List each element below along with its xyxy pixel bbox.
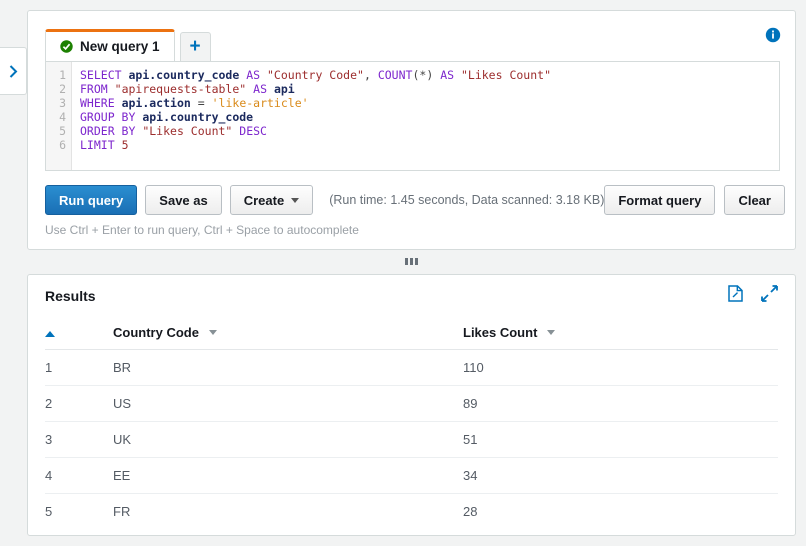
- column-header-index[interactable]: [45, 317, 113, 350]
- results-header: Results: [28, 275, 795, 317]
- chevron-down-icon: [208, 330, 217, 335]
- sidebar-expand-button[interactable]: [0, 47, 27, 95]
- row-index: 1: [45, 349, 113, 386]
- query-tab-label: New query 1: [80, 39, 160, 54]
- panel-splitter[interactable]: [27, 250, 796, 272]
- line-number: 3: [59, 96, 66, 110]
- plus-icon: +: [189, 35, 201, 57]
- drag-handle-icon: [405, 257, 418, 265]
- query-panel: New query 1 + 1 2 3 4 5 6 SELECT api.cou…: [27, 10, 796, 250]
- format-query-button[interactable]: Format query: [604, 185, 716, 215]
- table-header-row: Country Code Likes Count: [45, 317, 778, 350]
- cell-likes-count: 51: [463, 421, 778, 458]
- line-number: 2: [59, 82, 66, 96]
- row-index: 4: [45, 457, 113, 494]
- line-number: 1: [59, 68, 66, 82]
- cell-likes-count: 28: [463, 504, 478, 519]
- cell-country-code: UK: [113, 421, 463, 458]
- column-label: Likes Count: [463, 325, 538, 340]
- create-button[interactable]: Create: [229, 185, 314, 215]
- cell-country-code: EE: [113, 457, 463, 494]
- line-number: 6: [59, 138, 66, 152]
- run-statistics: (Run time: 1.45 seconds, Data scanned: 3…: [329, 193, 605, 207]
- chevron-down-icon: [547, 330, 556, 335]
- table-row[interactable]: 1 BR 110: [45, 349, 778, 386]
- format-query-label: Format query: [618, 192, 702, 208]
- results-panel: Results Country Code Likes Count 1 BR 11…: [27, 274, 796, 536]
- table-row[interactable]: 3 UK 51: [45, 421, 778, 458]
- check-circle-icon: [60, 40, 73, 53]
- run-query-label: Run query: [59, 192, 124, 208]
- column-header-likes-count[interactable]: Likes Count: [463, 317, 778, 350]
- query-action-bar: Run query Save as Create (Run time: 1.45…: [45, 183, 785, 217]
- table-row[interactable]: 5 FR 28: [45, 494, 778, 530]
- row-index: 3: [45, 421, 113, 458]
- cell-likes-count: 34: [463, 457, 778, 494]
- clear-label: Clear: [738, 192, 771, 208]
- query-tab-new-query-1[interactable]: New query 1: [45, 29, 175, 62]
- save-as-button[interactable]: Save as: [145, 185, 222, 215]
- add-query-tab-button[interactable]: +: [179, 32, 211, 62]
- query-secondary-actions: Format query Clear: [604, 185, 785, 215]
- cell-likes-count: 89: [463, 385, 778, 422]
- create-label: Create: [243, 192, 285, 208]
- athena-query-editor: New query 1 + 1 2 3 4 5 6 SELECT api.cou…: [0, 0, 806, 546]
- table-row[interactable]: 4 EE 34: [45, 457, 778, 494]
- row-index: 2: [45, 385, 113, 422]
- sort-ascending-icon: [45, 331, 55, 337]
- download-file-icon[interactable]: [728, 285, 743, 307]
- cell-likes-count: 110: [463, 349, 778, 386]
- results-table: Country Code Likes Count 1 BR 110 2 US 89 3 UK 5…: [45, 317, 778, 529]
- run-query-button[interactable]: Run query: [45, 185, 138, 215]
- info-circle-icon[interactable]: [765, 27, 781, 43]
- editor-line-numbers: 1 2 3 4 5 6: [46, 62, 72, 170]
- clear-button[interactable]: Clear: [724, 185, 785, 215]
- chevron-down-icon: [291, 197, 300, 203]
- keyboard-hint: Use Ctrl + Enter to run query, Ctrl + Sp…: [45, 223, 359, 237]
- row-index: 5: [45, 504, 53, 519]
- column-label: Country Code: [113, 325, 199, 340]
- results-title: Results: [45, 288, 96, 304]
- query-tab-strip: New query 1 +: [45, 29, 211, 62]
- line-number: 4: [59, 110, 66, 124]
- sql-editor[interactable]: 1 2 3 4 5 6 SELECT api.country_code AS "…: [45, 61, 780, 171]
- chevron-right-icon: [9, 64, 18, 78]
- cell-country-code: FR: [113, 504, 131, 519]
- cell-country-code: BR: [113, 349, 463, 386]
- cell-country-code: US: [113, 385, 463, 422]
- line-number: 5: [59, 124, 66, 138]
- sql-code-text[interactable]: SELECT api.country_code AS "Country Code…: [72, 62, 779, 170]
- column-header-country-code[interactable]: Country Code: [113, 317, 463, 350]
- expand-arrows-icon[interactable]: [761, 285, 778, 307]
- results-header-icons: [728, 285, 778, 307]
- table-row[interactable]: 2 US 89: [45, 385, 778, 422]
- save-as-label: Save as: [159, 192, 208, 208]
